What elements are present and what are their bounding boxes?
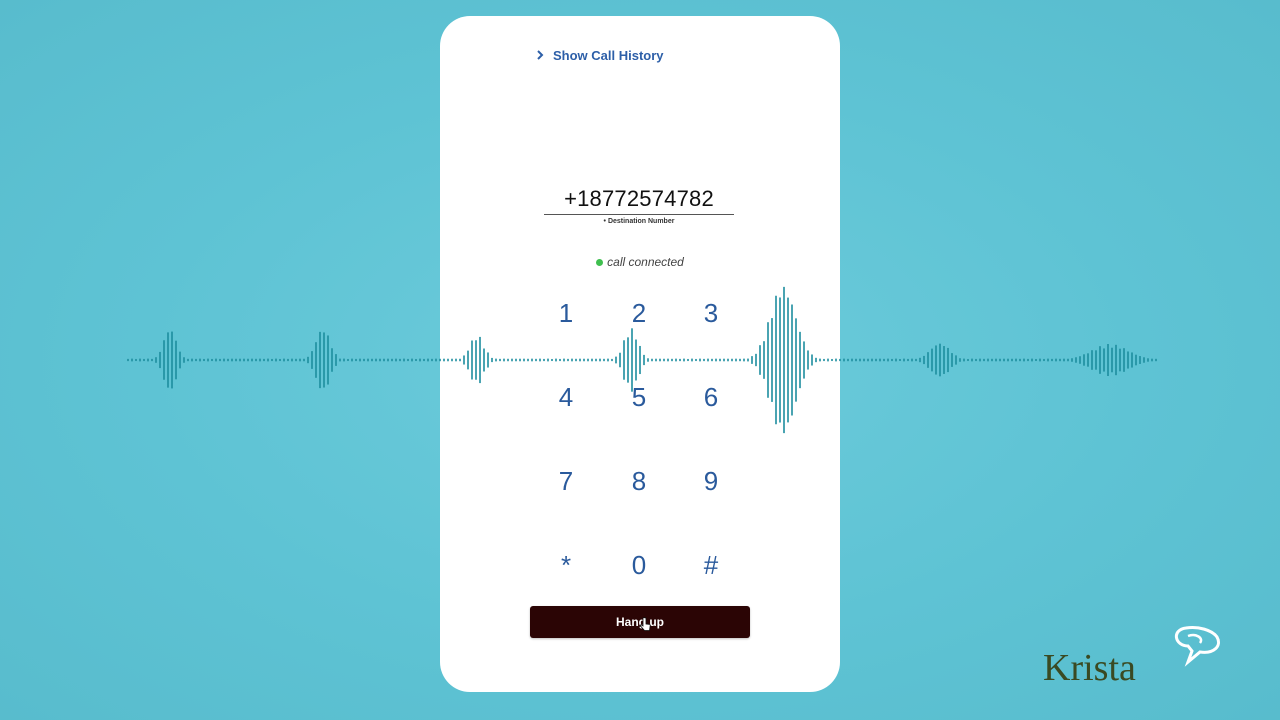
speech-bubble-icon [1175, 626, 1220, 667]
audio-waveform [127, 286, 1157, 434]
hand-cursor-icon [640, 617, 651, 631]
logo-text: Krista [1043, 647, 1136, 688]
krista-logo: Krista [1043, 626, 1220, 688]
